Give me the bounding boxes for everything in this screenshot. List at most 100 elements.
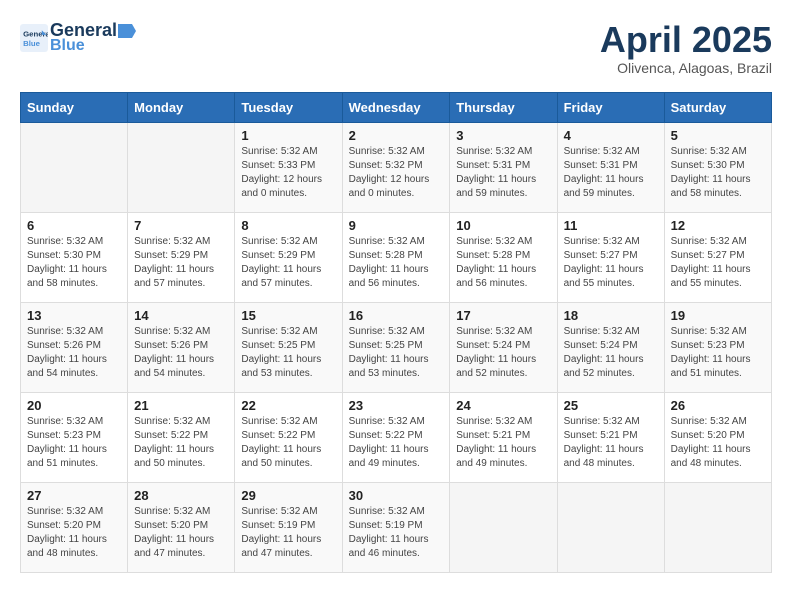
day-info: Sunrise: 5:32 AM Sunset: 5:22 PM Dayligh… bbox=[349, 415, 444, 471]
calendar-cell: 16 Sunrise: 5:32 AM Sunset: 5:25 PM Dayli… bbox=[342, 302, 450, 392]
weekday-header: Saturday bbox=[664, 92, 771, 122]
day-info: Sunrise: 5:32 AM Sunset: 5:30 PM Dayligh… bbox=[671, 145, 765, 201]
calendar-cell: 6 Sunrise: 5:32 AM Sunset: 5:30 PM Daylig… bbox=[21, 212, 128, 302]
calendar-cell: 20 Sunrise: 5:32 AM Sunset: 5:23 PM Dayli… bbox=[21, 392, 128, 482]
calendar-cell: 18 Sunrise: 5:32 AM Sunset: 5:24 PM Dayli… bbox=[557, 302, 664, 392]
calendar-cell: 24 Sunrise: 5:32 AM Sunset: 5:21 PM Dayli… bbox=[450, 392, 557, 482]
day-number: 6 bbox=[27, 218, 121, 233]
calendar-cell bbox=[664, 482, 771, 572]
day-info: Sunrise: 5:32 AM Sunset: 5:31 PM Dayligh… bbox=[456, 145, 550, 201]
weekday-header: Friday bbox=[557, 92, 664, 122]
day-info: Sunrise: 5:32 AM Sunset: 5:27 PM Dayligh… bbox=[564, 235, 658, 291]
logo-icon: General Blue bbox=[20, 24, 48, 52]
day-number: 9 bbox=[349, 218, 444, 233]
calendar-cell: 8 Sunrise: 5:32 AM Sunset: 5:29 PM Daylig… bbox=[235, 212, 342, 302]
day-info: Sunrise: 5:32 AM Sunset: 5:19 PM Dayligh… bbox=[241, 505, 335, 561]
day-number: 15 bbox=[241, 308, 335, 323]
calendar-cell: 22 Sunrise: 5:32 AM Sunset: 5:22 PM Dayli… bbox=[235, 392, 342, 482]
day-info: Sunrise: 5:32 AM Sunset: 5:19 PM Dayligh… bbox=[349, 505, 444, 561]
day-info: Sunrise: 5:32 AM Sunset: 5:23 PM Dayligh… bbox=[27, 415, 121, 471]
day-info: Sunrise: 5:32 AM Sunset: 5:20 PM Dayligh… bbox=[27, 505, 121, 561]
day-number: 27 bbox=[27, 488, 121, 503]
day-info: Sunrise: 5:32 AM Sunset: 5:27 PM Dayligh… bbox=[671, 235, 765, 291]
day-info: Sunrise: 5:32 AM Sunset: 5:31 PM Dayligh… bbox=[564, 145, 658, 201]
day-number: 28 bbox=[134, 488, 228, 503]
day-number: 25 bbox=[564, 398, 658, 413]
day-number: 23 bbox=[349, 398, 444, 413]
title-block: April 2025 Olivenca, Alagoas, Brazil bbox=[600, 20, 772, 76]
calendar-cell bbox=[557, 482, 664, 572]
calendar-cell: 9 Sunrise: 5:32 AM Sunset: 5:28 PM Daylig… bbox=[342, 212, 450, 302]
day-info: Sunrise: 5:32 AM Sunset: 5:32 PM Dayligh… bbox=[349, 145, 444, 201]
logo-arrow bbox=[118, 24, 136, 38]
day-info: Sunrise: 5:32 AM Sunset: 5:24 PM Dayligh… bbox=[456, 325, 550, 381]
calendar-cell bbox=[450, 482, 557, 572]
day-info: Sunrise: 5:32 AM Sunset: 5:21 PM Dayligh… bbox=[456, 415, 550, 471]
calendar-cell: 15Sunrise: 5:32 AM Sunset: 5:25 PM Dayli… bbox=[235, 302, 342, 392]
day-info: Sunrise: 5:32 AM Sunset: 5:33 PM Dayligh… bbox=[241, 145, 335, 201]
calendar-cell: 13Sunrise: 5:32 AM Sunset: 5:26 PM Dayli… bbox=[21, 302, 128, 392]
calendar-table: SundayMondayTuesdayWednesdayThursdayFrid… bbox=[20, 92, 772, 573]
calendar-cell: 7Sunrise: 5:32 AM Sunset: 5:29 PM Daylig… bbox=[128, 212, 235, 302]
day-number: 16 bbox=[349, 308, 444, 323]
calendar-cell: 4 Sunrise: 5:32 AM Sunset: 5:31 PM Daylig… bbox=[557, 122, 664, 212]
calendar-cell: 10Sunrise: 5:32 AM Sunset: 5:28 PM Dayli… bbox=[450, 212, 557, 302]
day-number: 21 bbox=[134, 398, 228, 413]
weekday-header: Tuesday bbox=[235, 92, 342, 122]
day-number: 24 bbox=[456, 398, 550, 413]
day-info: Sunrise: 5:32 AM Sunset: 5:28 PM Dayligh… bbox=[349, 235, 444, 291]
calendar-cell: 25 Sunrise: 5:32 AM Sunset: 5:21 PM Dayli… bbox=[557, 392, 664, 482]
day-info: Sunrise: 5:32 AM Sunset: 5:20 PM Dayligh… bbox=[671, 415, 765, 471]
day-info: Sunrise: 5:32 AM Sunset: 5:23 PM Dayligh… bbox=[671, 325, 765, 381]
calendar-cell: 3Sunrise: 5:32 AM Sunset: 5:31 PM Daylig… bbox=[450, 122, 557, 212]
calendar-cell: 1 Sunrise: 5:32 AM Sunset: 5:33 PM Daylig… bbox=[235, 122, 342, 212]
calendar-cell: 23 Sunrise: 5:32 AM Sunset: 5:22 PM Dayli… bbox=[342, 392, 450, 482]
day-info: Sunrise: 5:32 AM Sunset: 5:30 PM Dayligh… bbox=[27, 235, 121, 291]
day-number: 14 bbox=[134, 308, 228, 323]
day-number: 12 bbox=[671, 218, 765, 233]
day-info: Sunrise: 5:32 AM Sunset: 5:26 PM Dayligh… bbox=[27, 325, 121, 381]
day-number: 20 bbox=[27, 398, 121, 413]
day-info: Sunrise: 5:32 AM Sunset: 5:29 PM Dayligh… bbox=[241, 235, 335, 291]
day-info: Sunrise: 5:32 AM Sunset: 5:22 PM Dayligh… bbox=[134, 415, 228, 471]
day-number: 1 bbox=[241, 128, 335, 143]
calendar-cell: 26 Sunrise: 5:32 AM Sunset: 5:20 PM Dayli… bbox=[664, 392, 771, 482]
day-number: 29 bbox=[241, 488, 335, 503]
day-info: Sunrise: 5:32 AM Sunset: 5:25 PM Dayligh… bbox=[349, 325, 444, 381]
page-header: General Blue General Blue April 2025 Oli… bbox=[20, 20, 772, 76]
weekday-header: Thursday bbox=[450, 92, 557, 122]
day-info: Sunrise: 5:32 AM Sunset: 5:24 PM Dayligh… bbox=[564, 325, 658, 381]
day-number: 19 bbox=[671, 308, 765, 323]
svg-text:Blue: Blue bbox=[23, 38, 41, 47]
calendar-cell: 12 Sunrise: 5:32 AM Sunset: 5:27 PM Dayli… bbox=[664, 212, 771, 302]
day-number: 30 bbox=[349, 488, 444, 503]
calendar-cell: 14 Sunrise: 5:32 AM Sunset: 5:26 PM Dayli… bbox=[128, 302, 235, 392]
day-number: 7 bbox=[134, 218, 228, 233]
day-info: Sunrise: 5:32 AM Sunset: 5:22 PM Dayligh… bbox=[241, 415, 335, 471]
day-number: 22 bbox=[241, 398, 335, 413]
day-number: 17 bbox=[456, 308, 550, 323]
logo: General Blue General Blue bbox=[20, 20, 137, 55]
calendar-cell: 17 Sunrise: 5:32 AM Sunset: 5:24 PM Dayli… bbox=[450, 302, 557, 392]
calendar-cell: 19 Sunrise: 5:32 AM Sunset: 5:23 PM Dayli… bbox=[664, 302, 771, 392]
day-number: 11 bbox=[564, 218, 658, 233]
calendar-cell bbox=[21, 122, 128, 212]
day-info: Sunrise: 5:32 AM Sunset: 5:21 PM Dayligh… bbox=[564, 415, 658, 471]
location-subtitle: Olivenca, Alagoas, Brazil bbox=[600, 60, 772, 76]
weekday-header: Wednesday bbox=[342, 92, 450, 122]
weekday-header: Monday bbox=[128, 92, 235, 122]
calendar-cell: 30 Sunrise: 5:32 AM Sunset: 5:19 PM Dayli… bbox=[342, 482, 450, 572]
day-info: Sunrise: 5:32 AM Sunset: 5:20 PM Dayligh… bbox=[134, 505, 228, 561]
calendar-cell: 27 Sunrise: 5:32 AM Sunset: 5:20 PM Dayli… bbox=[21, 482, 128, 572]
day-number: 26 bbox=[671, 398, 765, 413]
day-info: Sunrise: 5:32 AM Sunset: 5:26 PM Dayligh… bbox=[134, 325, 228, 381]
month-title: April 2025 bbox=[600, 20, 772, 60]
weekday-header: Sunday bbox=[21, 92, 128, 122]
day-number: 8 bbox=[241, 218, 335, 233]
day-number: 4 bbox=[564, 128, 658, 143]
calendar-cell: 29 Sunrise: 5:32 AM Sunset: 5:19 PM Dayli… bbox=[235, 482, 342, 572]
day-number: 18 bbox=[564, 308, 658, 323]
day-number: 5 bbox=[671, 128, 765, 143]
calendar-cell: 2Sunrise: 5:32 AM Sunset: 5:32 PM Daylig… bbox=[342, 122, 450, 212]
day-number: 10 bbox=[456, 218, 550, 233]
